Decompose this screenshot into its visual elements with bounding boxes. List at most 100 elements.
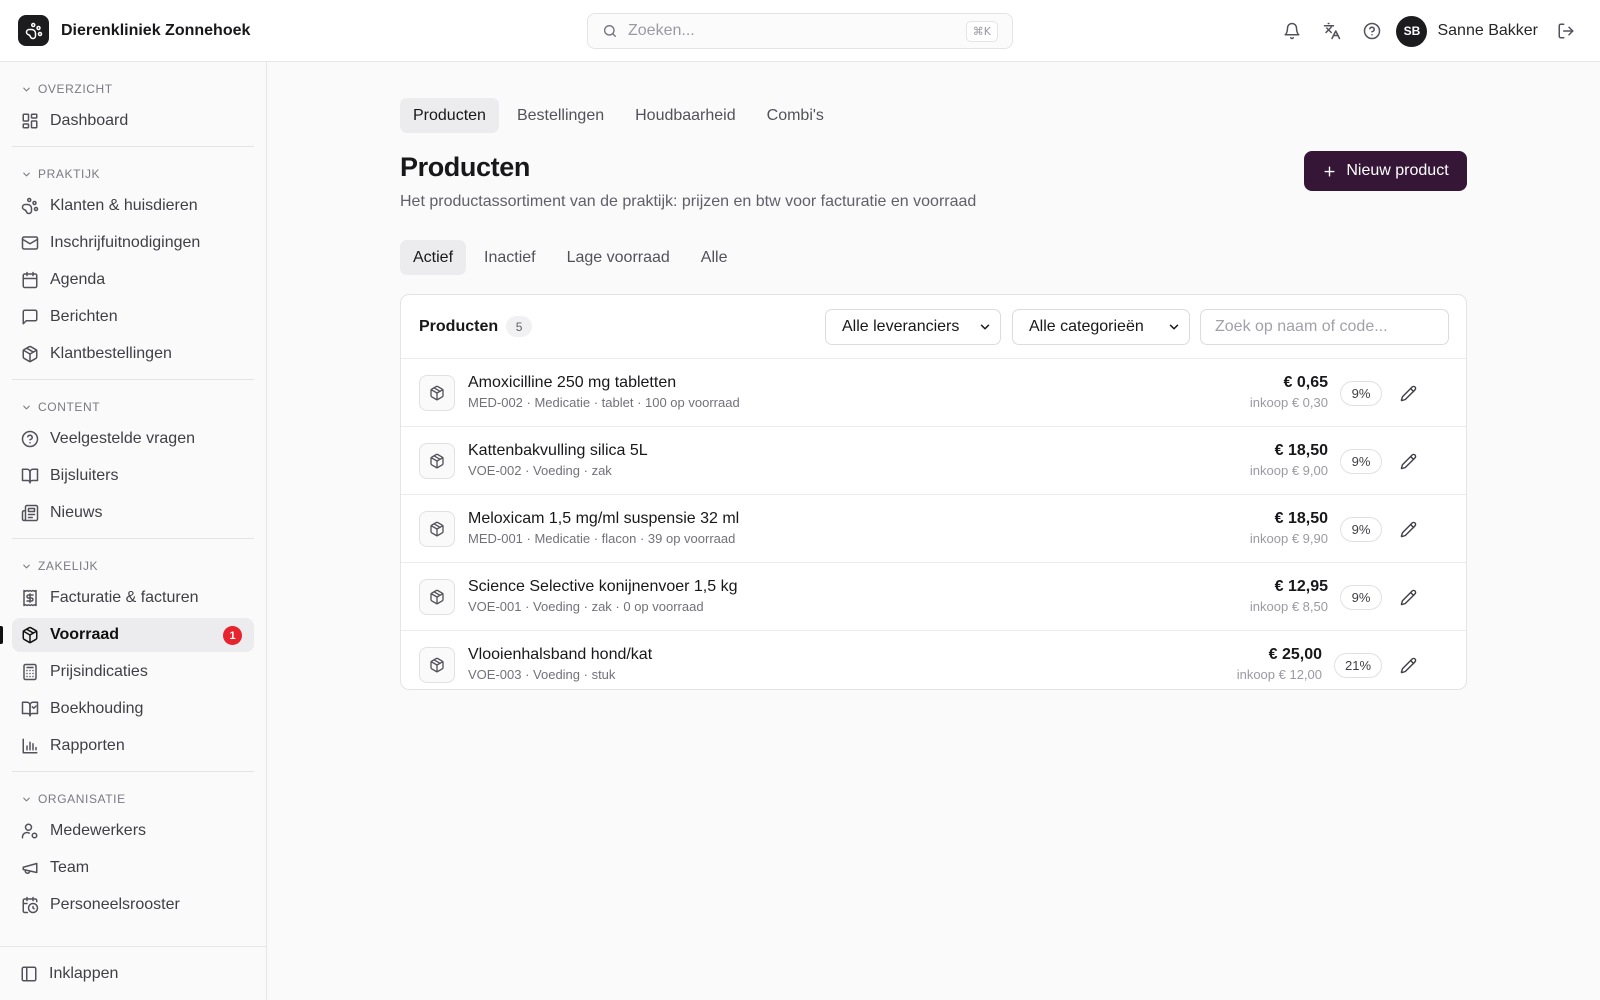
purchase-price: inkoop € 9,90	[1249, 531, 1328, 546]
sidebar-item-label: Nieuws	[50, 504, 103, 521]
newspaper-icon	[20, 503, 40, 523]
sidebar-item-rapporten[interactable]: Rapporten	[12, 729, 254, 763]
sidebar-item-dashboard[interactable]: Dashboard	[12, 104, 254, 138]
edit-pencil-icon[interactable]	[1392, 649, 1424, 681]
sidebar-heading-label: ZAKELIJK	[38, 559, 99, 573]
tab-bestellingen[interactable]: Bestellingen	[504, 98, 617, 133]
package-icon	[419, 443, 455, 479]
new-product-label: Nieuw product	[1346, 162, 1449, 179]
sidebar-item-label: Team	[50, 859, 90, 876]
notifications-bell-icon[interactable]	[1272, 11, 1312, 51]
filter-tab-alle[interactable]: Alle	[688, 240, 741, 275]
sidebar-item-veelgestelde-vragen[interactable]: Veelgestelde vragen	[12, 422, 254, 456]
supplier-select[interactable]: Alle leveranciers	[825, 309, 1001, 345]
edit-pencil-icon[interactable]	[1392, 445, 1424, 477]
sidebar-item-agenda[interactable]: Agenda	[12, 263, 254, 297]
sidebar-heading-organisatie[interactable]: ORGANISATIE	[12, 788, 254, 810]
sidebar-item-team[interactable]: Team	[12, 851, 254, 885]
collapse-label: Inklappen	[49, 964, 119, 982]
sidebar-divider	[12, 538, 254, 539]
table-row[interactable]: Kattenbakvulling silica 5L VOE-002 · Voed…	[401, 427, 1466, 495]
app-name: Dierenkliniek Zonnehoek	[61, 21, 251, 39]
page-title: Producten	[400, 152, 530, 182]
purchase-price: inkoop € 12,00	[1236, 667, 1322, 682]
language-icon[interactable]	[1312, 11, 1352, 51]
tab-houdbaarheid[interactable]: Houdbaarheid	[622, 98, 749, 133]
sidebar-section-organisatie: ORGANISATIE Medewerkers Team Personeelsroos…	[0, 788, 266, 922]
sidebar-heading-label: OVERZICHT	[38, 82, 113, 96]
sidebar-heading-overzicht[interactable]: OVERZICHT	[12, 78, 254, 100]
product-name: Science Selective konijnenvoer 1,5 kg	[468, 578, 738, 595]
edit-pencil-icon[interactable]	[1392, 581, 1424, 613]
help-icon[interactable]	[1352, 11, 1392, 51]
user-menu[interactable]: SB Sanne Bakker	[1396, 15, 1538, 47]
search-input[interactable]	[628, 22, 948, 40]
collapse-sidebar-button[interactable]: Inklappen	[0, 946, 266, 1000]
sidebar-heading-label: ORGANISATIE	[38, 792, 126, 806]
sidebar-item-bijsluiters[interactable]: Bijsluiters	[12, 459, 254, 493]
product-meta: MED-002 · Medicatie · tablet · 100 op vo…	[468, 395, 740, 410]
chevron-down-icon	[23, 172, 30, 176]
paw-logo-icon	[18, 15, 49, 46]
sidebar-divider	[12, 771, 254, 772]
product-price: € 18,50	[1274, 510, 1328, 527]
product-price: € 25,00	[1268, 646, 1322, 663]
plus-icon	[1324, 165, 1335, 177]
edit-pencil-icon[interactable]	[1392, 377, 1424, 409]
sidebar-item-inschrijfuitnodigingen[interactable]: Inschrijfuitnodigingen	[12, 226, 254, 260]
sidebar-item-klantbestellingen[interactable]: Klantbestellingen	[12, 337, 254, 371]
product-meta: MED-001 · Medicatie · flacon · 39 op voo…	[468, 531, 736, 546]
table-row[interactable]: Meloxicam 1,5 mg/ml suspensie 32 ml MED-0…	[401, 495, 1466, 563]
sidebar-section-overzicht: OVERZICHT Dashboard	[0, 78, 266, 138]
sidebar-item-klanten-huisdieren[interactable]: Klanten & huisdieren	[12, 189, 254, 223]
calculator-icon	[20, 662, 40, 682]
bar-chart-icon	[20, 736, 40, 756]
chevron-down-icon	[23, 87, 30, 91]
sidebar-heading-zakelijk[interactable]: ZAKELIJK	[12, 555, 254, 577]
status-filter-tabs: Actief Inactief Lage voorraad Alle	[400, 240, 745, 275]
user-name: Sanne Bakker	[1437, 22, 1538, 39]
category-select[interactable]: Alle categorieën	[1012, 309, 1190, 345]
sidebar-item-facturatie-facturen[interactable]: Facturatie & facturen	[12, 581, 254, 615]
tab-combis[interactable]: Combi's	[754, 98, 837, 133]
package-icon	[419, 647, 455, 683]
product-name: Vlooienhalsband hond/kat	[468, 646, 653, 663]
sidebar-item-medewerkers[interactable]: Medewerkers	[12, 814, 254, 848]
product-meta: VOE-003 · Voeding · stuk	[468, 667, 616, 682]
sidebar-section-zakelijk: ZAKELIJK Facturatie & facturen Voorraad 1 Pr…	[0, 555, 266, 763]
sidebar-heading-content[interactable]: CONTENT	[12, 396, 254, 418]
table-row[interactable]: Amoxicilline 250 mg tabletten MED-002 · M…	[401, 359, 1466, 427]
vat-badge: 9%	[1340, 517, 1382, 542]
sidebar-item-voorraad[interactable]: Voorraad 1	[0, 618, 254, 652]
product-count-badge: 5	[506, 316, 533, 337]
table-row[interactable]: Vlooienhalsband hond/kat VOE-003 · Voedin…	[401, 631, 1466, 689]
brand[interactable]: Dierenkliniek Zonnehoek	[18, 15, 250, 46]
filter-tab-lage-voorraad[interactable]: Lage voorraad	[554, 240, 683, 275]
calendar-icon	[20, 270, 40, 290]
sidebar-item-personeelsrooster[interactable]: Personeelsrooster	[12, 888, 254, 922]
sidebar-divider	[12, 379, 254, 380]
book-open-icon	[20, 466, 40, 486]
package-icon	[419, 511, 455, 547]
price-column: € 0,65 inkoop € 0,30	[1121, 359, 1328, 427]
filter-tab-actief[interactable]: Actief	[400, 240, 467, 275]
product-search-input[interactable]	[1200, 309, 1449, 345]
filter-tab-inactief[interactable]: Inactief	[471, 240, 549, 275]
sidebar-section-content: CONTENT Veelgestelde vragen Bijsluiters Nie…	[0, 396, 266, 530]
sidebar-section-praktijk: PRAKTIJK Klanten & huisdieren Inschrijfuit…	[0, 163, 266, 371]
sidebar-item-label: Rapporten	[50, 737, 125, 754]
global-search[interactable]: ⌘K	[587, 13, 1013, 49]
product-name: Meloxicam 1,5 mg/ml suspensie 32 ml	[468, 510, 740, 527]
logout-icon[interactable]	[1546, 11, 1586, 51]
tab-producten[interactable]: Producten	[400, 98, 499, 133]
vat-badge: 9%	[1340, 381, 1382, 406]
sidebar-item-label: Dashboard	[50, 112, 129, 129]
table-row[interactable]: Science Selective konijnenvoer 1,5 kg VOE…	[401, 563, 1466, 631]
edit-pencil-icon[interactable]	[1392, 513, 1424, 545]
sidebar-item-boekhouding[interactable]: Boekhouding	[12, 692, 254, 726]
new-product-button[interactable]: Nieuw product	[1304, 151, 1467, 191]
sidebar-item-prijsindicaties[interactable]: Prijsindicaties	[12, 655, 254, 689]
sidebar-item-nieuws[interactable]: Nieuws	[12, 496, 254, 530]
sidebar-item-berichten[interactable]: Berichten	[12, 300, 254, 334]
sidebar-heading-praktijk[interactable]: PRAKTIJK	[12, 163, 254, 185]
